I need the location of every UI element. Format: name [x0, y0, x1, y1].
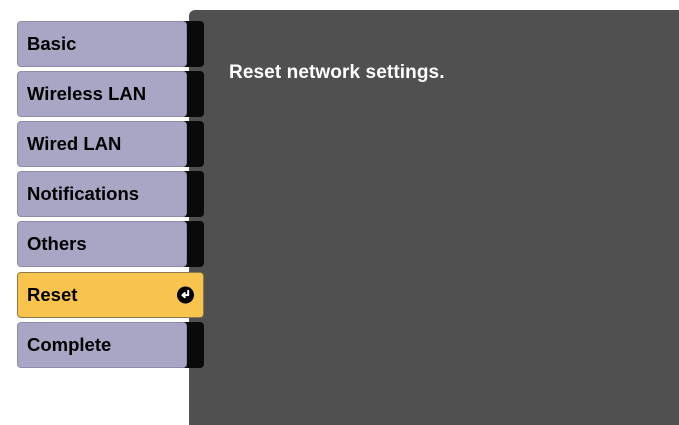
menu-item-notifications[interactable]: Notifications — [17, 171, 204, 217]
menu-item-label: Others — [27, 233, 87, 254]
menu-item-label: Basic — [27, 33, 77, 54]
menu-item-face: Complete — [17, 322, 187, 368]
menu-item-face: Reset — [17, 272, 204, 318]
settings-panel: Reset network settings. — [189, 10, 679, 425]
menu-item-basic[interactable]: Basic — [17, 21, 204, 67]
menu-item-label: Wireless LAN — [27, 83, 147, 104]
menu-item-face: Others — [17, 221, 187, 267]
menu-item-complete[interactable]: Complete — [17, 322, 204, 368]
menu-item-face: Wireless LAN — [17, 71, 187, 117]
menu-item-face: Basic — [17, 21, 187, 67]
enter-icon — [177, 286, 194, 304]
menu-item-label: Reset — [27, 284, 78, 305]
menu-item-face: Notifications — [17, 171, 187, 217]
menu-item-others[interactable]: Others — [17, 221, 204, 267]
menu-item-face: Wired LAN — [17, 121, 187, 167]
menu-item-label: Complete — [27, 334, 112, 355]
menu-item-reset[interactable]: Reset — [17, 272, 204, 318]
menu-item-wired-lan[interactable]: Wired LAN — [17, 121, 204, 167]
panel-message: Reset network settings. — [229, 62, 445, 83]
menu-item-wireless-lan[interactable]: Wireless LAN — [17, 71, 204, 117]
menu-item-label: Notifications — [27, 183, 140, 204]
menu-item-label: Wired LAN — [27, 133, 122, 154]
